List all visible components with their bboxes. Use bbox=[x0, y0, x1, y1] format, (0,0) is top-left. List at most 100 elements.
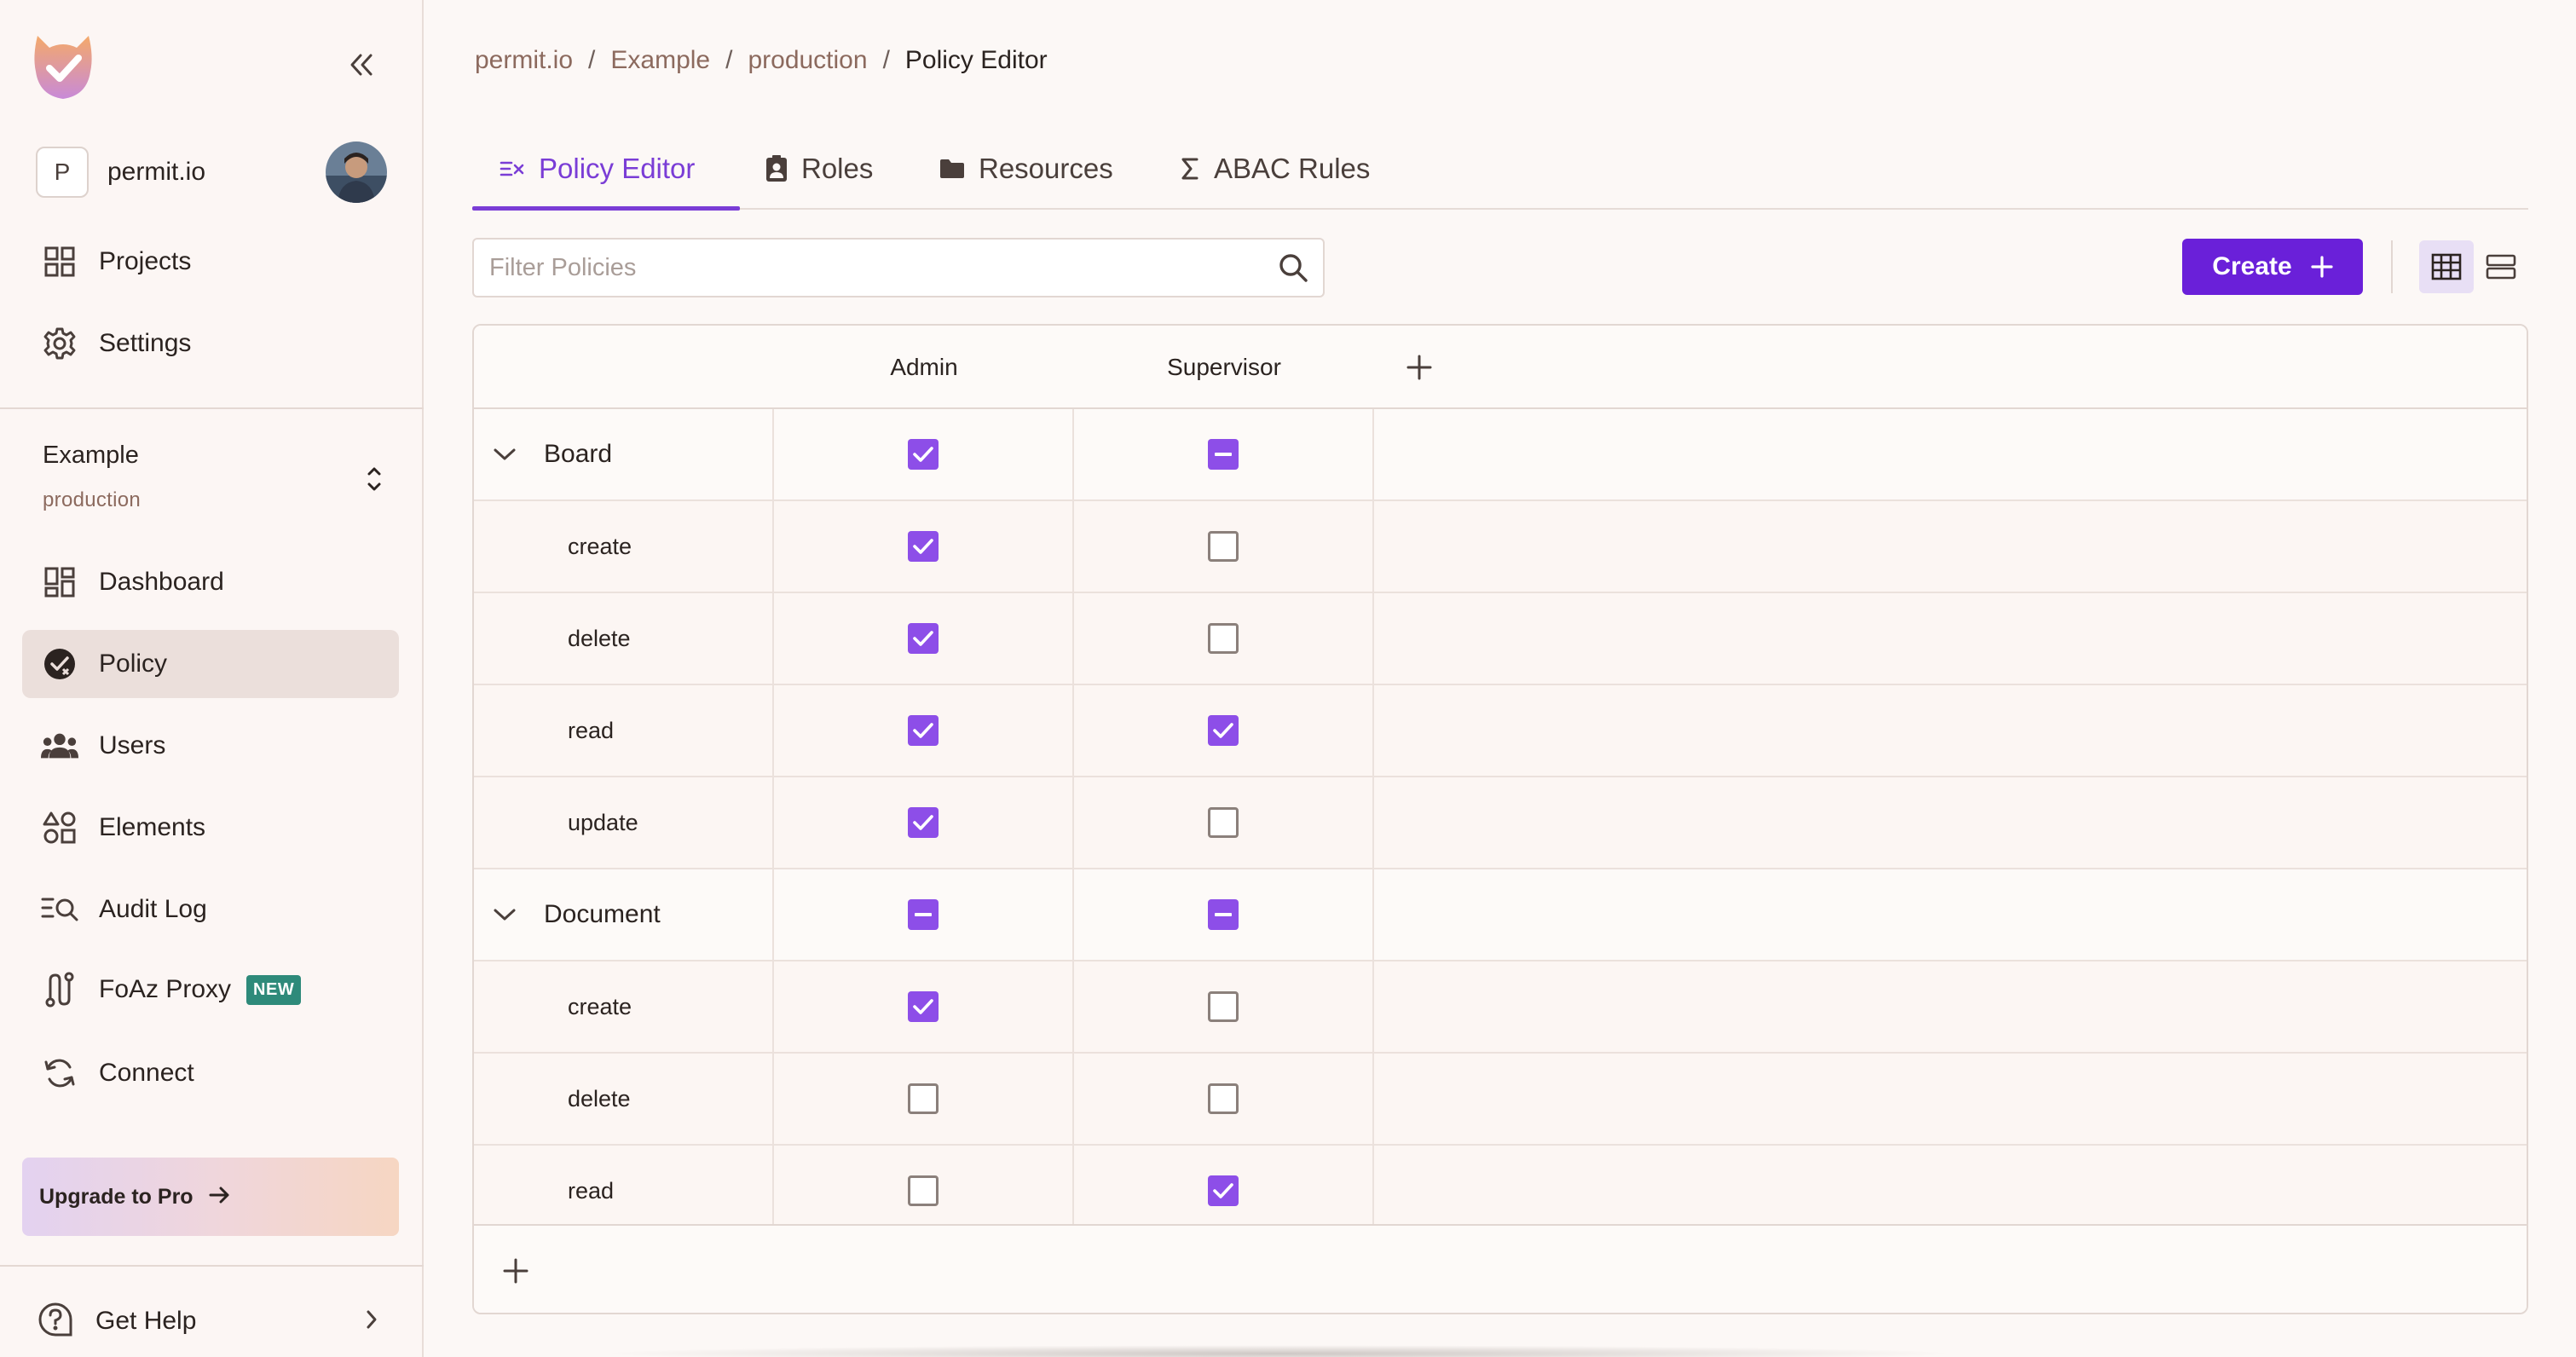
sidebar-item-connect[interactable]: Connect bbox=[22, 1039, 399, 1107]
checkbox-unchecked[interactable] bbox=[908, 1175, 939, 1206]
permission-cell bbox=[1074, 593, 1374, 684]
role-column-supervisor: Supervisor bbox=[1167, 354, 1281, 380]
create-label: Create bbox=[2212, 252, 2292, 280]
table-view-icon[interactable] bbox=[2419, 240, 2474, 293]
checkbox-unchecked[interactable] bbox=[1208, 991, 1239, 1022]
checkbox-checked[interactable] bbox=[1208, 1175, 1239, 1206]
sidebar-item-label: Dashboard bbox=[99, 568, 224, 596]
checkbox-indeterminate[interactable] bbox=[1208, 439, 1239, 470]
upgrade-to-pro-button[interactable]: Upgrade to Pro bbox=[22, 1158, 399, 1236]
folder-icon bbox=[939, 158, 965, 180]
tab-policy-editor[interactable]: Policy Editor bbox=[500, 128, 695, 210]
row-name-cell: Board bbox=[474, 409, 774, 499]
permission-cell bbox=[1074, 685, 1374, 776]
checkbox-checked[interactable] bbox=[908, 439, 939, 470]
upgrade-label: Upgrade to Pro bbox=[39, 1184, 193, 1209]
checkbox-checked[interactable] bbox=[908, 807, 939, 838]
checkbox-checked[interactable] bbox=[908, 715, 939, 746]
checkbox-unchecked[interactable] bbox=[1208, 531, 1239, 562]
sidebar-item-users[interactable]: Users bbox=[22, 712, 399, 780]
permission-cell bbox=[774, 1146, 1074, 1236]
row-name-cell: read bbox=[474, 1146, 774, 1236]
list-view-icon[interactable] bbox=[2474, 240, 2528, 293]
breadcrumb-current: Policy Editor bbox=[904, 46, 1048, 74]
plus-icon bbox=[2311, 256, 2333, 278]
permission-cell bbox=[774, 869, 1074, 960]
sidebar-divider bbox=[0, 407, 424, 409]
elements-icon bbox=[41, 809, 78, 846]
checkbox-checked[interactable] bbox=[908, 991, 939, 1022]
policy-icon bbox=[41, 645, 78, 683]
search-icon[interactable] bbox=[1263, 252, 1323, 283]
avatar[interactable] bbox=[326, 141, 387, 203]
permission-cell bbox=[1074, 961, 1374, 1052]
checkbox-indeterminate[interactable] bbox=[908, 899, 939, 930]
breadcrumb-item[interactable]: production bbox=[748, 46, 867, 75]
checkbox-unchecked[interactable] bbox=[1208, 1083, 1239, 1114]
action-row: read bbox=[474, 685, 2527, 777]
org-switcher[interactable]: P permit.io bbox=[36, 141, 387, 203]
action-row: create bbox=[474, 501, 2527, 593]
action-name: read bbox=[568, 1177, 615, 1204]
checkbox-indeterminate[interactable] bbox=[1208, 899, 1239, 930]
env-name: production bbox=[43, 488, 142, 511]
env-project-name: Example bbox=[43, 442, 139, 469]
grid-icon bbox=[41, 243, 78, 280]
breadcrumb: permit.io / Example / production / Polic… bbox=[475, 46, 1048, 75]
action-name: update bbox=[568, 809, 638, 835]
action-name: read bbox=[568, 717, 615, 743]
resource-name: Document bbox=[544, 900, 661, 928]
breadcrumb-item[interactable]: permit.io bbox=[475, 46, 573, 75]
active-tab-indicator bbox=[472, 206, 740, 211]
permission-cell bbox=[774, 685, 1074, 776]
permission-cell bbox=[774, 501, 1074, 592]
tab-roles[interactable]: Roles bbox=[765, 128, 873, 210]
sidebar-item-label: Users bbox=[99, 731, 166, 759]
add-resource-icon[interactable] bbox=[496, 1251, 535, 1291]
chevron-right-icon bbox=[365, 1308, 378, 1335]
create-button[interactable]: Create bbox=[2182, 239, 2363, 295]
permission-cell bbox=[774, 961, 1074, 1052]
sigma-icon bbox=[1180, 157, 1200, 181]
permission-cell bbox=[1074, 409, 1374, 499]
row-name-cell: create bbox=[474, 961, 774, 1052]
checkbox-checked[interactable] bbox=[1208, 715, 1239, 746]
add-role-icon[interactable] bbox=[1400, 348, 1439, 387]
get-help-button[interactable]: Get Help bbox=[38, 1294, 378, 1348]
permit-logo-icon[interactable] bbox=[31, 31, 95, 102]
tab-resources[interactable]: Resources bbox=[939, 128, 1113, 210]
permission-cell bbox=[774, 409, 1074, 499]
sidebar-item-dashboard[interactable]: Dashboard bbox=[22, 548, 399, 616]
filter-policies-input[interactable] bbox=[474, 240, 1263, 296]
permission-cell bbox=[1074, 501, 1374, 592]
checkbox-unchecked[interactable] bbox=[908, 1083, 939, 1114]
collapse-sidebar-icon[interactable] bbox=[343, 46, 380, 84]
sidebar-item-foaz-proxy[interactable]: FoAz Proxy NEW bbox=[22, 956, 399, 1024]
gear-icon bbox=[41, 325, 78, 362]
environment-switcher[interactable]: Example production bbox=[43, 442, 392, 527]
row-name-cell: delete bbox=[474, 1054, 774, 1144]
sidebar-item-elements[interactable]: Elements bbox=[22, 794, 399, 862]
roles-icon bbox=[765, 155, 788, 182]
policy-editor-icon bbox=[500, 159, 525, 179]
checkbox-unchecked[interactable] bbox=[1208, 623, 1239, 654]
checkbox-checked[interactable] bbox=[908, 623, 939, 654]
permission-cell bbox=[1074, 1054, 1374, 1144]
checkbox-unchecked[interactable] bbox=[1208, 807, 1239, 838]
checkbox-checked[interactable] bbox=[908, 531, 939, 562]
tab-abac-rules[interactable]: ABAC Rules bbox=[1180, 128, 1370, 210]
sidebar-item-label: Settings bbox=[99, 329, 192, 357]
action-row: create bbox=[474, 961, 2527, 1054]
permission-cell bbox=[774, 593, 1074, 684]
chevron-down-icon[interactable] bbox=[488, 907, 522, 922]
action-row: update bbox=[474, 777, 2527, 869]
chevron-down-icon[interactable] bbox=[488, 447, 522, 462]
toolbar-divider bbox=[2391, 240, 2393, 293]
sidebar-item-settings[interactable]: Settings bbox=[22, 309, 399, 378]
sidebar-item-projects[interactable]: Projects bbox=[22, 228, 399, 296]
new-badge: NEW bbox=[246, 974, 302, 1005]
sidebar-item-policy[interactable]: Policy bbox=[22, 630, 399, 698]
sidebar-item-audit-log[interactable]: Audit Log bbox=[22, 875, 399, 944]
audit-log-icon bbox=[41, 891, 78, 928]
breadcrumb-item[interactable]: Example bbox=[610, 46, 710, 75]
